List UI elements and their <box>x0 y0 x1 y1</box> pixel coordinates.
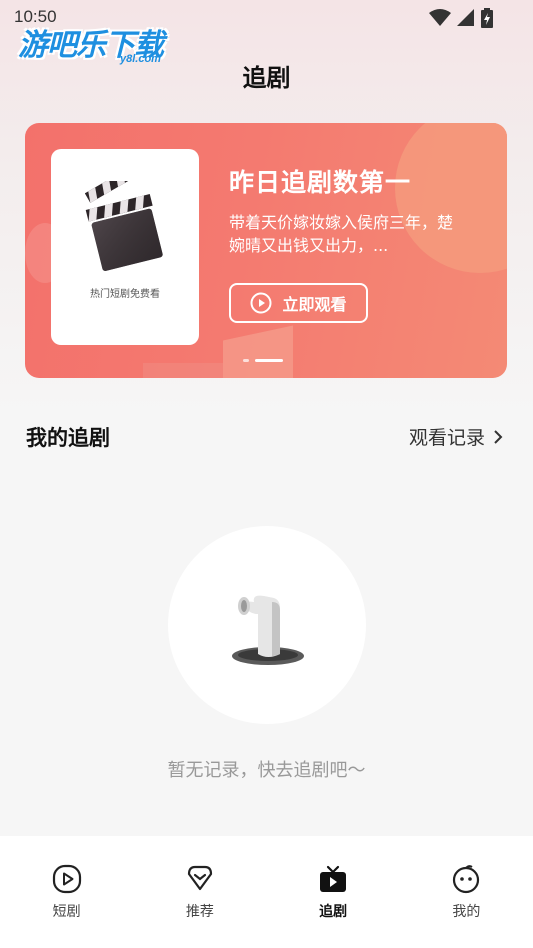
watch-history-link[interactable]: 观看记录 <box>409 423 503 450</box>
watch-now-label: 立即观看 <box>282 295 347 314</box>
banner-description: 带着天价嫁妆嫁入侯府三年，楚婉晴又出钱又出力，... <box>229 213 454 255</box>
banner-title: 昨日追剧数第一 <box>229 168 412 197</box>
pagination-dot[interactable] <box>243 359 249 362</box>
periscope-pipe-icon <box>232 595 304 665</box>
featured-banner[interactable]: 热门短剧免费看 昨日追剧数第一 带着天价嫁妆嫁入侯府三年，楚婉晴又出钱又出力，.… <box>25 123 507 378</box>
clapperboard-icon <box>85 181 163 271</box>
nav-item-following[interactable]: 追剧 <box>267 836 400 948</box>
face-icon <box>453 865 480 894</box>
my-dramas-title: 我的追剧 <box>26 426 110 450</box>
watch-history-label: 观看记录 <box>408 427 485 449</box>
banner-decoration <box>223 325 293 378</box>
poster-caption: 热门短剧免费看 <box>90 289 160 300</box>
bottom-nav: 短剧 推荐 追剧 我的 <box>0 836 533 948</box>
tv-icon <box>320 865 347 892</box>
play-circle-icon <box>250 292 272 314</box>
nav-label: 短剧 <box>52 904 81 920</box>
banner-poster[interactable]: 热门短剧免费看 <box>51 149 199 345</box>
heart-diamond-icon <box>187 865 212 891</box>
nav-label: 追剧 <box>319 904 348 920</box>
nav-label: 我的 <box>452 904 481 920</box>
banner-pagination <box>243 359 283 362</box>
battery-icon <box>481 8 493 28</box>
watch-now-button[interactable]: 立即观看 <box>229 283 368 323</box>
nav-item-recommend[interactable]: 推荐 <box>133 836 266 948</box>
empty-state-text: 暂无记录，快去追剧吧～ <box>167 760 366 781</box>
nav-item-shorts[interactable]: 短剧 <box>0 836 133 948</box>
page-title: 追剧 <box>242 64 291 92</box>
signal-icon <box>457 9 474 26</box>
chevron-right-icon <box>494 429 503 444</box>
status-icons <box>429 8 493 28</box>
nav-item-mine[interactable]: 我的 <box>400 836 533 948</box>
play-circle-icon <box>52 864 81 894</box>
banner-decoration <box>143 363 223 378</box>
empty-state-illustration <box>168 526 366 724</box>
nav-label: 推荐 <box>185 904 214 920</box>
pagination-dot-active[interactable] <box>255 359 283 362</box>
wifi-icon <box>429 9 451 26</box>
